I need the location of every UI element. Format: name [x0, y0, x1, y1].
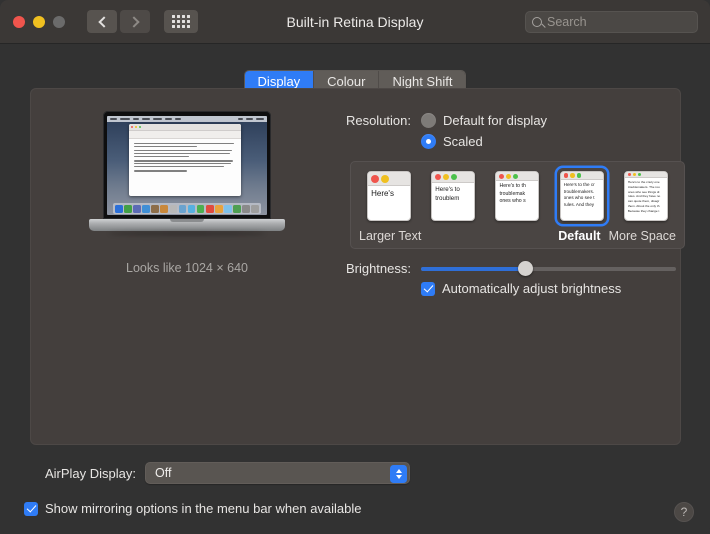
thumbnail-larger-text: Here's: [367, 171, 412, 221]
thumbnail-text: Here's to troublem: [435, 186, 460, 202]
navigation-buttons: [87, 10, 150, 33]
help-button[interactable]: ?: [674, 502, 694, 522]
chevron-right-icon: [127, 15, 140, 28]
macbook-base: [89, 219, 285, 231]
macbook-illustration: [89, 111, 285, 239]
thumbnail-more-space: Here's to the crazy one troublemakers. T…: [623, 171, 668, 221]
thumbnail-titlebar: [560, 172, 603, 180]
radio-default-for-display[interactable]: [421, 113, 436, 128]
preview-document-toolbar: [129, 131, 241, 139]
grid-icon: [172, 15, 190, 28]
label-larger-text: Larger Text: [359, 229, 422, 243]
display-settings-panel: Looks like 1024 × 640 Resolution: Defaul…: [30, 88, 685, 445]
title-bar: Built-in Retina Display Search: [0, 0, 710, 44]
show-all-button[interactable]: [164, 10, 198, 33]
search-field[interactable]: Search: [525, 11, 698, 33]
scaled-option-1[interactable]: Here's: [364, 168, 414, 224]
scaled-option-2[interactable]: Here's to troublem: [428, 168, 478, 224]
thumbnail-titlebar: [368, 172, 411, 186]
brightness-slider[interactable]: [421, 261, 676, 276]
airplay-dropdown[interactable]: Off: [145, 462, 410, 484]
display-options: Resolution: Default for display Scaled H…: [321, 113, 685, 296]
airplay-value: Off: [155, 466, 172, 480]
thumbnail-text: Here's to the crazy one troublemakers. T…: [627, 180, 661, 213]
label-more-space: More Space: [608, 229, 676, 243]
resolution-label: Resolution:: [345, 113, 411, 128]
preview-document-titlebar: [129, 124, 241, 131]
mirroring-checkbox[interactable]: [24, 501, 38, 516]
macbook-shadow: [109, 231, 265, 236]
thumbnail-2: Here's to troublem: [431, 171, 476, 221]
scaled-resolution-picker: Here's Here's to troublem Here's to th t…: [350, 161, 685, 249]
thumbnail-text: Here's to the cr troublemakers. ones who…: [563, 182, 595, 207]
preview-document-text: [129, 139, 241, 179]
window-controls: [13, 15, 65, 28]
airplay-row: AirPlay Display: Off: [30, 462, 410, 484]
resolution-caption: Looks like 1024 × 640: [126, 261, 248, 275]
scaled-thumbnails: Here's Here's to troublem Here's to th t…: [351, 168, 684, 224]
macbook-screen: [107, 116, 267, 215]
mirroring-label: Show mirroring options in the menu bar w…: [45, 501, 362, 516]
thumbnail-titlebar: [496, 172, 539, 181]
preview-document-window: [129, 124, 241, 196]
brightness-slider-knob[interactable]: [518, 261, 534, 276]
resolution-row: Resolution: Default for display Scaled: [321, 113, 670, 155]
chevron-updown-icon[interactable]: [390, 465, 407, 483]
airplay-label: AirPlay Display:: [44, 465, 136, 481]
thumbnail-titlebar: [432, 172, 475, 183]
search-icon: [532, 17, 542, 27]
brightness-label: Brightness:: [345, 261, 411, 276]
scaled-option-3[interactable]: Here's to th troublemak ones who s: [492, 168, 542, 224]
thumbnail-text: Here's: [371, 189, 394, 198]
close-button[interactable]: [13, 15, 25, 28]
brightness-row: Brightness:: [321, 261, 676, 276]
scaled-option-5-more-space[interactable]: Here's to the crazy one troublemakers. T…: [621, 168, 671, 224]
chevron-left-icon: [97, 15, 110, 28]
preview-dock: [113, 203, 261, 214]
mirroring-row[interactable]: Show mirroring options in the menu bar w…: [24, 501, 362, 516]
scaled-size-labels: Larger Text Default More Space: [359, 229, 676, 243]
auto-brightness-checkbox[interactable]: [421, 281, 435, 296]
radio-scaled-label: Scaled: [443, 134, 483, 149]
back-button[interactable]: [87, 10, 117, 33]
resolution-radio-group: Default for display Scaled: [421, 113, 547, 155]
scaled-option-4-default[interactable]: Here's to the cr troublemakers. ones who…: [557, 168, 607, 224]
system-preferences-window: Built-in Retina Display Search Display C…: [0, 0, 710, 534]
thumbnail-3: Here's to th troublemak ones who s: [495, 171, 540, 221]
thumbnail-default: Here's to the cr troublemakers. ones who…: [559, 171, 604, 221]
display-preview: Looks like 1024 × 640: [37, 99, 337, 275]
resolution-option-scaled[interactable]: Scaled: [421, 134, 547, 149]
label-default: Default: [558, 229, 601, 243]
radio-default-label: Default for display: [443, 113, 548, 128]
resolution-option-default[interactable]: Default for display: [421, 113, 547, 128]
auto-brightness-label: Automatically adjust brightness: [442, 281, 622, 296]
auto-brightness-row[interactable]: Automatically adjust brightness: [421, 281, 621, 296]
macbook-lid: [103, 111, 271, 219]
radio-scaled[interactable]: [421, 134, 436, 149]
forward-button: [120, 10, 150, 33]
brightness-slider-fill: [421, 266, 526, 271]
zoom-button: [53, 15, 65, 28]
preview-menu-bar: [107, 116, 267, 122]
search-placeholder: Search: [547, 15, 587, 29]
minimize-button[interactable]: [33, 15, 45, 28]
thumbnail-text: Here's to th troublemak ones who s: [499, 183, 526, 205]
